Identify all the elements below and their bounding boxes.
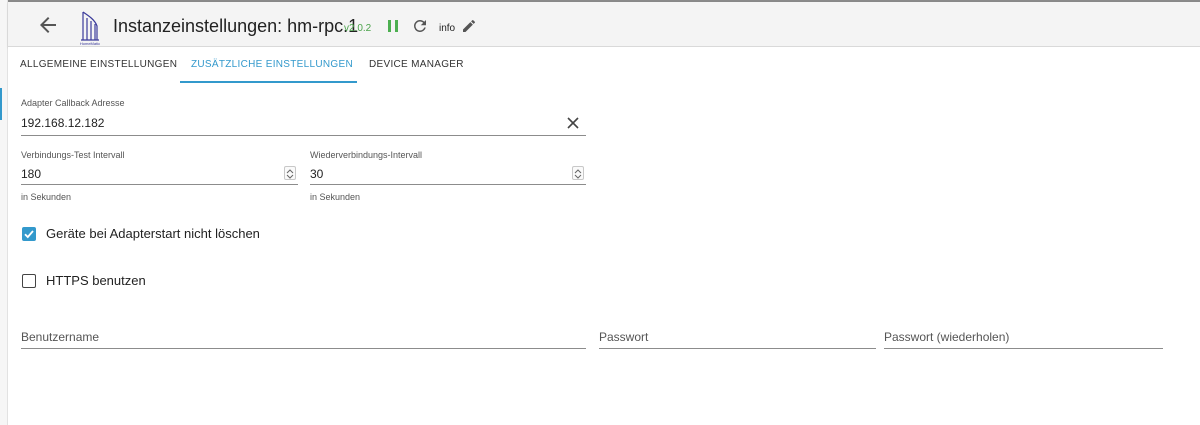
left-sidebar-indicator [0,88,2,120]
back-arrow-icon[interactable] [36,13,60,37]
info-label[interactable]: info [439,23,455,34]
clear-icon[interactable] [565,115,581,131]
username-field[interactable]: Benutzername [21,330,99,344]
reconnect-interval-underline [310,184,586,185]
password-repeat-field[interactable]: Passwort (wiederholen) [884,330,1009,344]
reconnect-interval-stepper[interactable] [572,166,584,180]
active-tab-indicator [180,81,357,83]
callback-address-label: Adapter Callback Adresse [21,98,125,108]
test-interval-stepper[interactable] [284,166,296,180]
https-checkbox[interactable] [22,274,36,288]
pause-icon[interactable] [385,18,401,34]
https-label: HTTPS benutzen [46,273,146,288]
tab-zusaetzliche-einstellungen[interactable]: ZUSÄTZLICHE EINSTELLUNGEN [191,59,353,70]
reconnect-interval-input[interactable]: 30 [310,167,323,181]
tab-bar: ALLGEMEINE EINSTELLUNGEN ZUSÄTZLICHE EIN… [8,47,1200,83]
pencil-edit-icon[interactable] [461,18,477,34]
version-label: v2.0.2 [344,23,372,34]
left-sidebar-edge [0,0,8,425]
tab-device-manager[interactable]: DEVICE MANAGER [369,59,464,70]
header-bar: HomeMatic Instanzeinstellungen: hm-rpc.1… [8,2,1200,47]
callback-address-underline [21,135,586,136]
password-underline [599,348,876,349]
tab-allgemeine-einstellungen[interactable]: ALLGEMEINE EINSTELLUNGEN [20,59,177,70]
keep-devices-checkbox[interactable] [22,227,36,241]
password-repeat-underline [884,348,1163,349]
homematic-logo: HomeMatic [75,10,105,46]
reconnect-interval-label: Wiederverbindungs-Intervall [310,150,423,160]
reconnect-interval-helper: in Sekunden [310,192,361,202]
page-title: Instanzeinstellungen: hm-rpc.1 [113,16,359,36]
logo-text: HomeMatic [80,41,100,46]
password-field[interactable]: Passwort [599,330,648,344]
reload-icon[interactable] [411,17,429,35]
test-interval-helper: in Sekunden [21,192,72,202]
test-interval-underline [21,184,298,185]
callback-address-input[interactable]: 192.168.12.182 [21,116,104,130]
test-interval-label: Verbindungs-Test Intervall [21,150,125,160]
keep-devices-label: Geräte bei Adapterstart nicht löschen [46,226,260,241]
username-underline [21,348,586,349]
test-interval-input[interactable]: 180 [21,167,41,181]
